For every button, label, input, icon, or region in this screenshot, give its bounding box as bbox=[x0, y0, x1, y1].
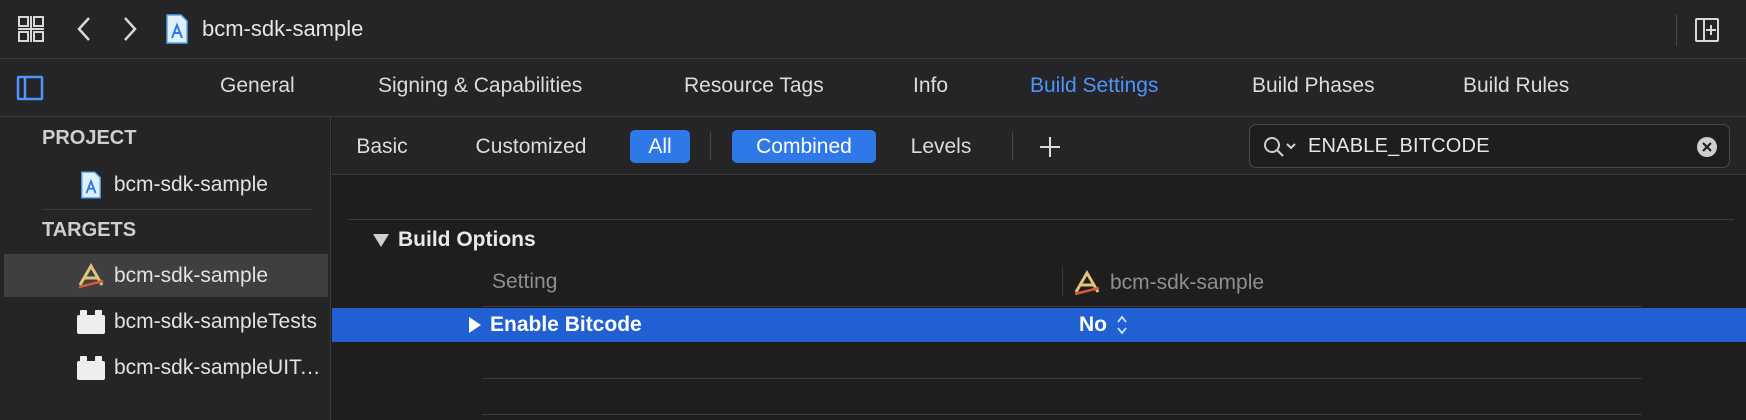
filter-customized-button[interactable]: Customized bbox=[466, 130, 596, 163]
app-target-icon bbox=[1074, 270, 1100, 296]
chevron-left-icon[interactable] bbox=[72, 14, 96, 44]
tab-build-rules[interactable]: Build Rules bbox=[1463, 74, 1569, 98]
tab-build-phases[interactable]: Build Phases bbox=[1252, 74, 1375, 98]
sidebar-item-label: bcm-sdk-sample bbox=[113, 172, 268, 196]
disclosure-expanded-icon[interactable] bbox=[372, 232, 390, 248]
header-divider bbox=[482, 306, 1642, 307]
setting-value: No bbox=[1079, 313, 1107, 336]
search-icon[interactable] bbox=[1262, 136, 1298, 158]
test-bundle-icon bbox=[76, 353, 106, 383]
app-target-icon bbox=[76, 261, 106, 291]
filter-combined-button[interactable]: Combined bbox=[732, 130, 876, 163]
filter-basic-button[interactable]: Basic bbox=[346, 130, 418, 163]
sidebar-item-label: bcm-sdk-sampleTests bbox=[114, 309, 318, 333]
top-toolbar: bcm-sdk-sample bbox=[0, 0, 1746, 59]
setting-value-popup[interactable]: No bbox=[1079, 313, 1129, 337]
build-settings-table: Build Options Setting bcm-sdk-sample Ena… bbox=[332, 175, 1746, 420]
row-divider bbox=[482, 378, 1642, 379]
column-divider bbox=[1062, 267, 1063, 297]
filter-divider bbox=[710, 132, 711, 160]
targets-header: TARGETS bbox=[42, 219, 137, 241]
tab-general[interactable]: General bbox=[220, 74, 295, 98]
tab-signing-capabilities[interactable]: Signing & Capabilities bbox=[378, 74, 582, 98]
tab-build-settings[interactable]: Build Settings bbox=[1030, 74, 1158, 98]
filter-divider bbox=[1012, 132, 1013, 160]
filter-all-button[interactable]: All bbox=[630, 130, 690, 163]
plus-icon[interactable] bbox=[1036, 133, 1064, 161]
disclosure-collapsed-icon[interactable] bbox=[468, 316, 482, 334]
project-navigator: PROJECT bcm-sdk-sample TARGETS bcm-sdk-s… bbox=[0, 117, 331, 420]
sidebar-item-target-app[interactable]: bcm-sdk-sample bbox=[4, 254, 328, 297]
sidebar-item-target-tests[interactable]: bcm-sdk-sampleTests bbox=[4, 300, 328, 343]
search-field[interactable]: ENABLE_BITCODE bbox=[1249, 124, 1730, 168]
tab-info[interactable]: Info bbox=[913, 74, 948, 98]
column-header-target-label: bcm-sdk-sample bbox=[1110, 271, 1265, 294]
column-header-target: bcm-sdk-sample bbox=[1072, 270, 1264, 296]
xcode-project-icon bbox=[76, 170, 106, 200]
sidebar-item-label: bcm-sdk-sampleUITests bbox=[114, 355, 328, 379]
column-header-setting: Setting bbox=[492, 270, 558, 293]
section-build-options[interactable]: Build Options bbox=[372, 228, 536, 252]
sidebar-item-target-uitests[interactable]: bcm-sdk-sampleUITests bbox=[4, 346, 328, 389]
section-title: Build Options bbox=[398, 228, 536, 251]
search-input[interactable]: ENABLE_BITCODE bbox=[1308, 135, 1490, 158]
sidebar-toggle-icon[interactable] bbox=[15, 73, 45, 103]
setting-name: Enable Bitcode bbox=[490, 313, 642, 336]
toolbar-title[interactable]: bcm-sdk-sample bbox=[202, 16, 363, 42]
toolbar-divider bbox=[1676, 14, 1677, 46]
add-editor-icon[interactable] bbox=[1692, 15, 1722, 45]
xcode-project-icon bbox=[164, 13, 190, 45]
grid-icon[interactable] bbox=[16, 14, 46, 44]
project-header: PROJECT bbox=[42, 127, 137, 149]
chevron-right-icon[interactable] bbox=[118, 14, 142, 44]
up-down-chevron-icon[interactable] bbox=[1115, 314, 1129, 336]
filter-levels-button[interactable]: Levels bbox=[900, 130, 982, 163]
clear-icon[interactable] bbox=[1696, 136, 1718, 158]
editor-tab-bar: General Signing & Capabilities Resource … bbox=[0, 59, 1746, 117]
row-divider bbox=[482, 414, 1642, 415]
test-bundle-icon bbox=[76, 307, 106, 337]
setting-row-enable-bitcode[interactable]: Enable Bitcode No bbox=[332, 308, 1746, 342]
build-settings-filter-bar: Basic Customized All Combined Levels ENA… bbox=[332, 117, 1746, 175]
section-divider bbox=[348, 219, 1734, 220]
sidebar-item-label: bcm-sdk-sample bbox=[114, 263, 269, 287]
sidebar-item-project[interactable]: bcm-sdk-sample bbox=[4, 163, 328, 206]
tab-resource-tags[interactable]: Resource Tags bbox=[684, 74, 824, 98]
sidebar-divider bbox=[42, 209, 312, 210]
